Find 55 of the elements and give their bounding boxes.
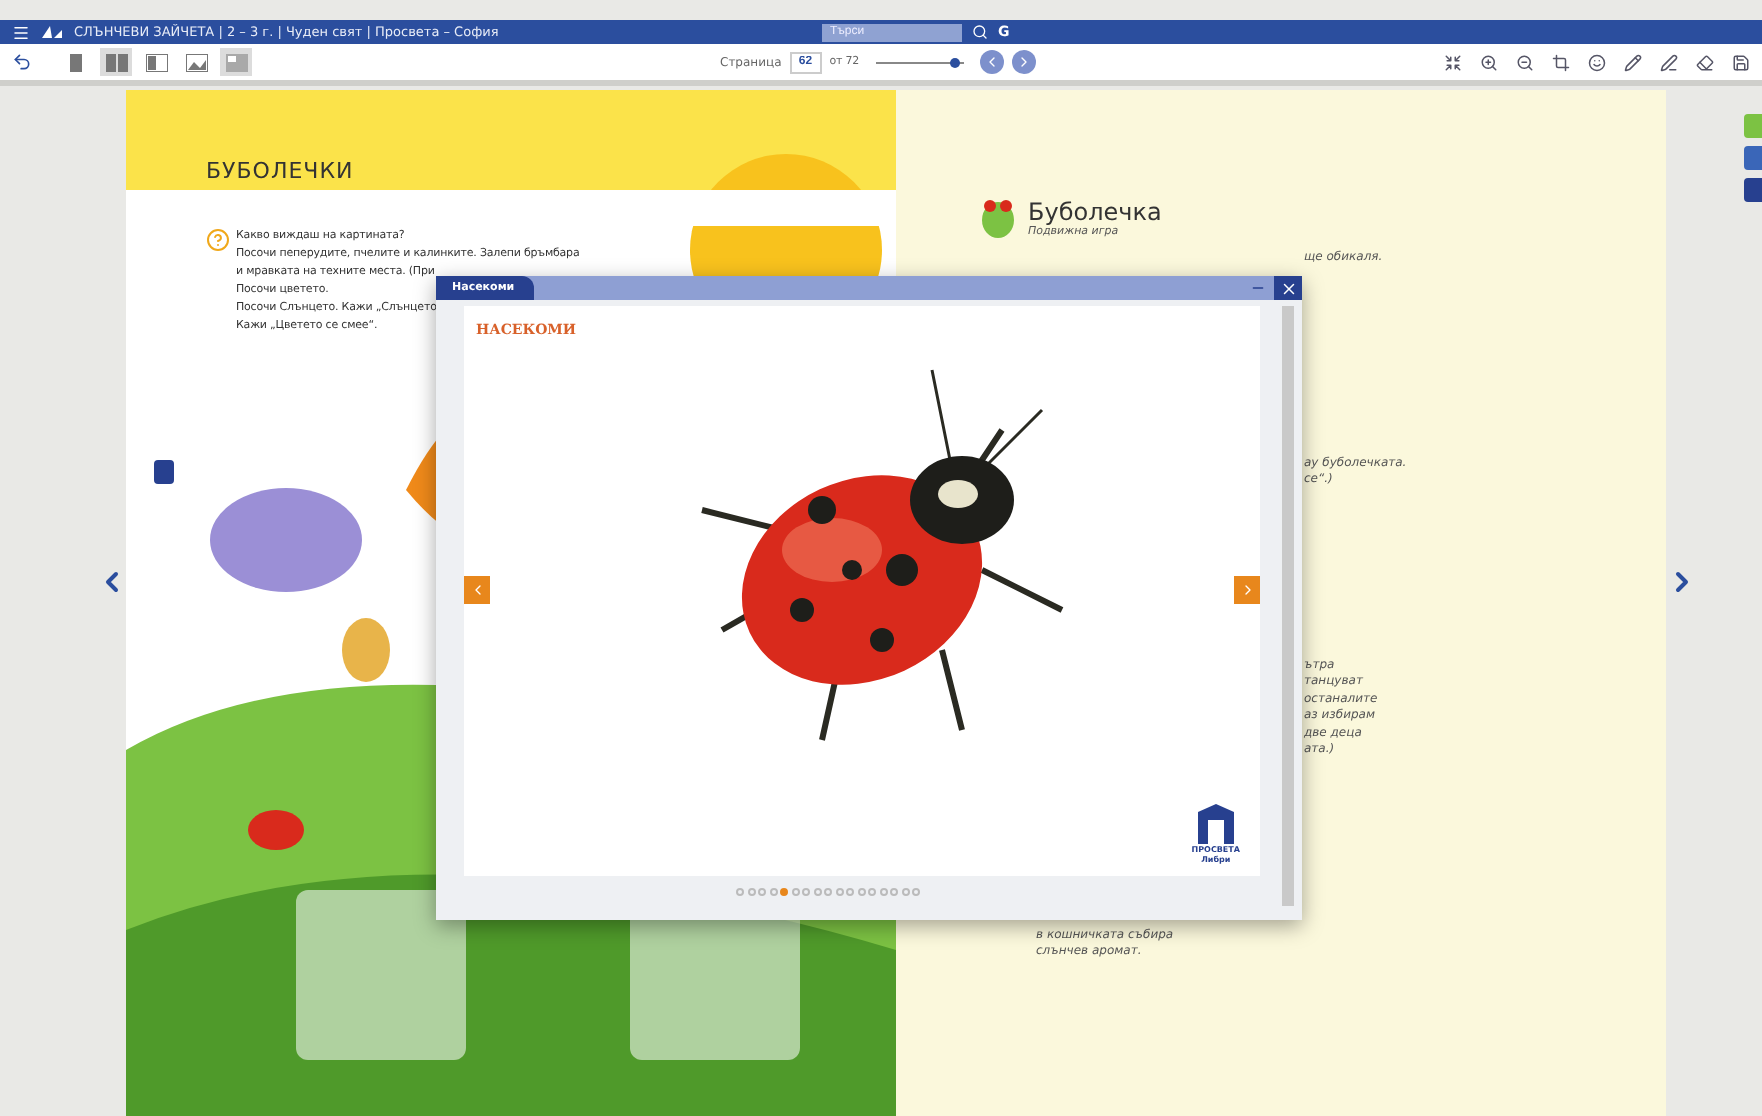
slide-dot[interactable]	[758, 888, 766, 896]
slide-dot[interactable]	[791, 888, 799, 896]
smile-icon[interactable]	[1588, 53, 1606, 71]
crop-icon[interactable]	[1552, 53, 1570, 71]
view-mode-button[interactable]	[180, 48, 212, 76]
page-heading: БУБОЛЕЧКИ	[206, 158, 356, 184]
slide-dot[interactable]	[912, 888, 920, 896]
next-slide-button[interactable]	[1234, 576, 1260, 604]
slide-dot[interactable]	[890, 888, 898, 896]
slide-dot[interactable]	[769, 888, 777, 896]
ladybug-drawing	[248, 810, 304, 850]
next-page-button[interactable]	[1011, 50, 1036, 74]
publisher-logo-icon	[1197, 804, 1234, 844]
slide-dot[interactable]	[736, 888, 744, 896]
zoom-out-icon[interactable]	[1516, 53, 1534, 71]
thumbnail-icon	[225, 53, 247, 71]
slide-dot[interactable]	[846, 888, 854, 896]
view-mode-button[interactable]	[220, 48, 252, 76]
view-mode-button[interactable]	[100, 48, 132, 76]
pencil-icon[interactable]	[1624, 53, 1642, 71]
slide-dot[interactable]	[780, 888, 788, 896]
slide-dot[interactable]	[868, 888, 876, 896]
undo-icon[interactable]	[12, 52, 32, 72]
single-page-icon	[70, 53, 82, 71]
view-mode-button[interactable]	[140, 48, 172, 76]
slide-dot[interactable]	[747, 888, 755, 896]
close-button[interactable]	[1274, 276, 1302, 300]
slide-dot[interactable]	[802, 888, 810, 896]
slide-dot[interactable]	[824, 888, 832, 896]
pen-icon[interactable]	[1660, 53, 1678, 71]
zoom-in-icon[interactable]	[1480, 53, 1498, 71]
previous-slide-button[interactable]	[464, 576, 490, 604]
side-tab-button[interactable]	[1744, 178, 1762, 202]
close-icon	[1279, 279, 1297, 297]
game-title: Буболечка	[1028, 198, 1162, 226]
image-icon	[185, 53, 207, 71]
menu-icon[interactable]	[12, 23, 30, 41]
question-icon	[206, 228, 230, 252]
slide-dot[interactable]	[857, 888, 865, 896]
slide-dot[interactable]	[835, 888, 843, 896]
previous-page-button[interactable]	[979, 50, 1004, 74]
slide-dot[interactable]	[813, 888, 821, 896]
fit-icon[interactable]	[1444, 53, 1462, 71]
save-icon[interactable]	[1732, 53, 1750, 71]
slide-dot[interactable]	[879, 888, 887, 896]
slide-dot[interactable]	[901, 888, 909, 896]
audio-icon[interactable]	[154, 460, 174, 484]
logo-icon	[40, 24, 64, 40]
double-page-icon	[105, 53, 127, 71]
side-tab-button[interactable]	[1744, 146, 1762, 170]
split-page-icon	[145, 53, 167, 71]
search-icon[interactable]	[972, 24, 988, 40]
frog-icon	[980, 198, 1016, 238]
eraser-icon[interactable]	[1696, 53, 1714, 71]
bee-drawing	[342, 618, 390, 682]
